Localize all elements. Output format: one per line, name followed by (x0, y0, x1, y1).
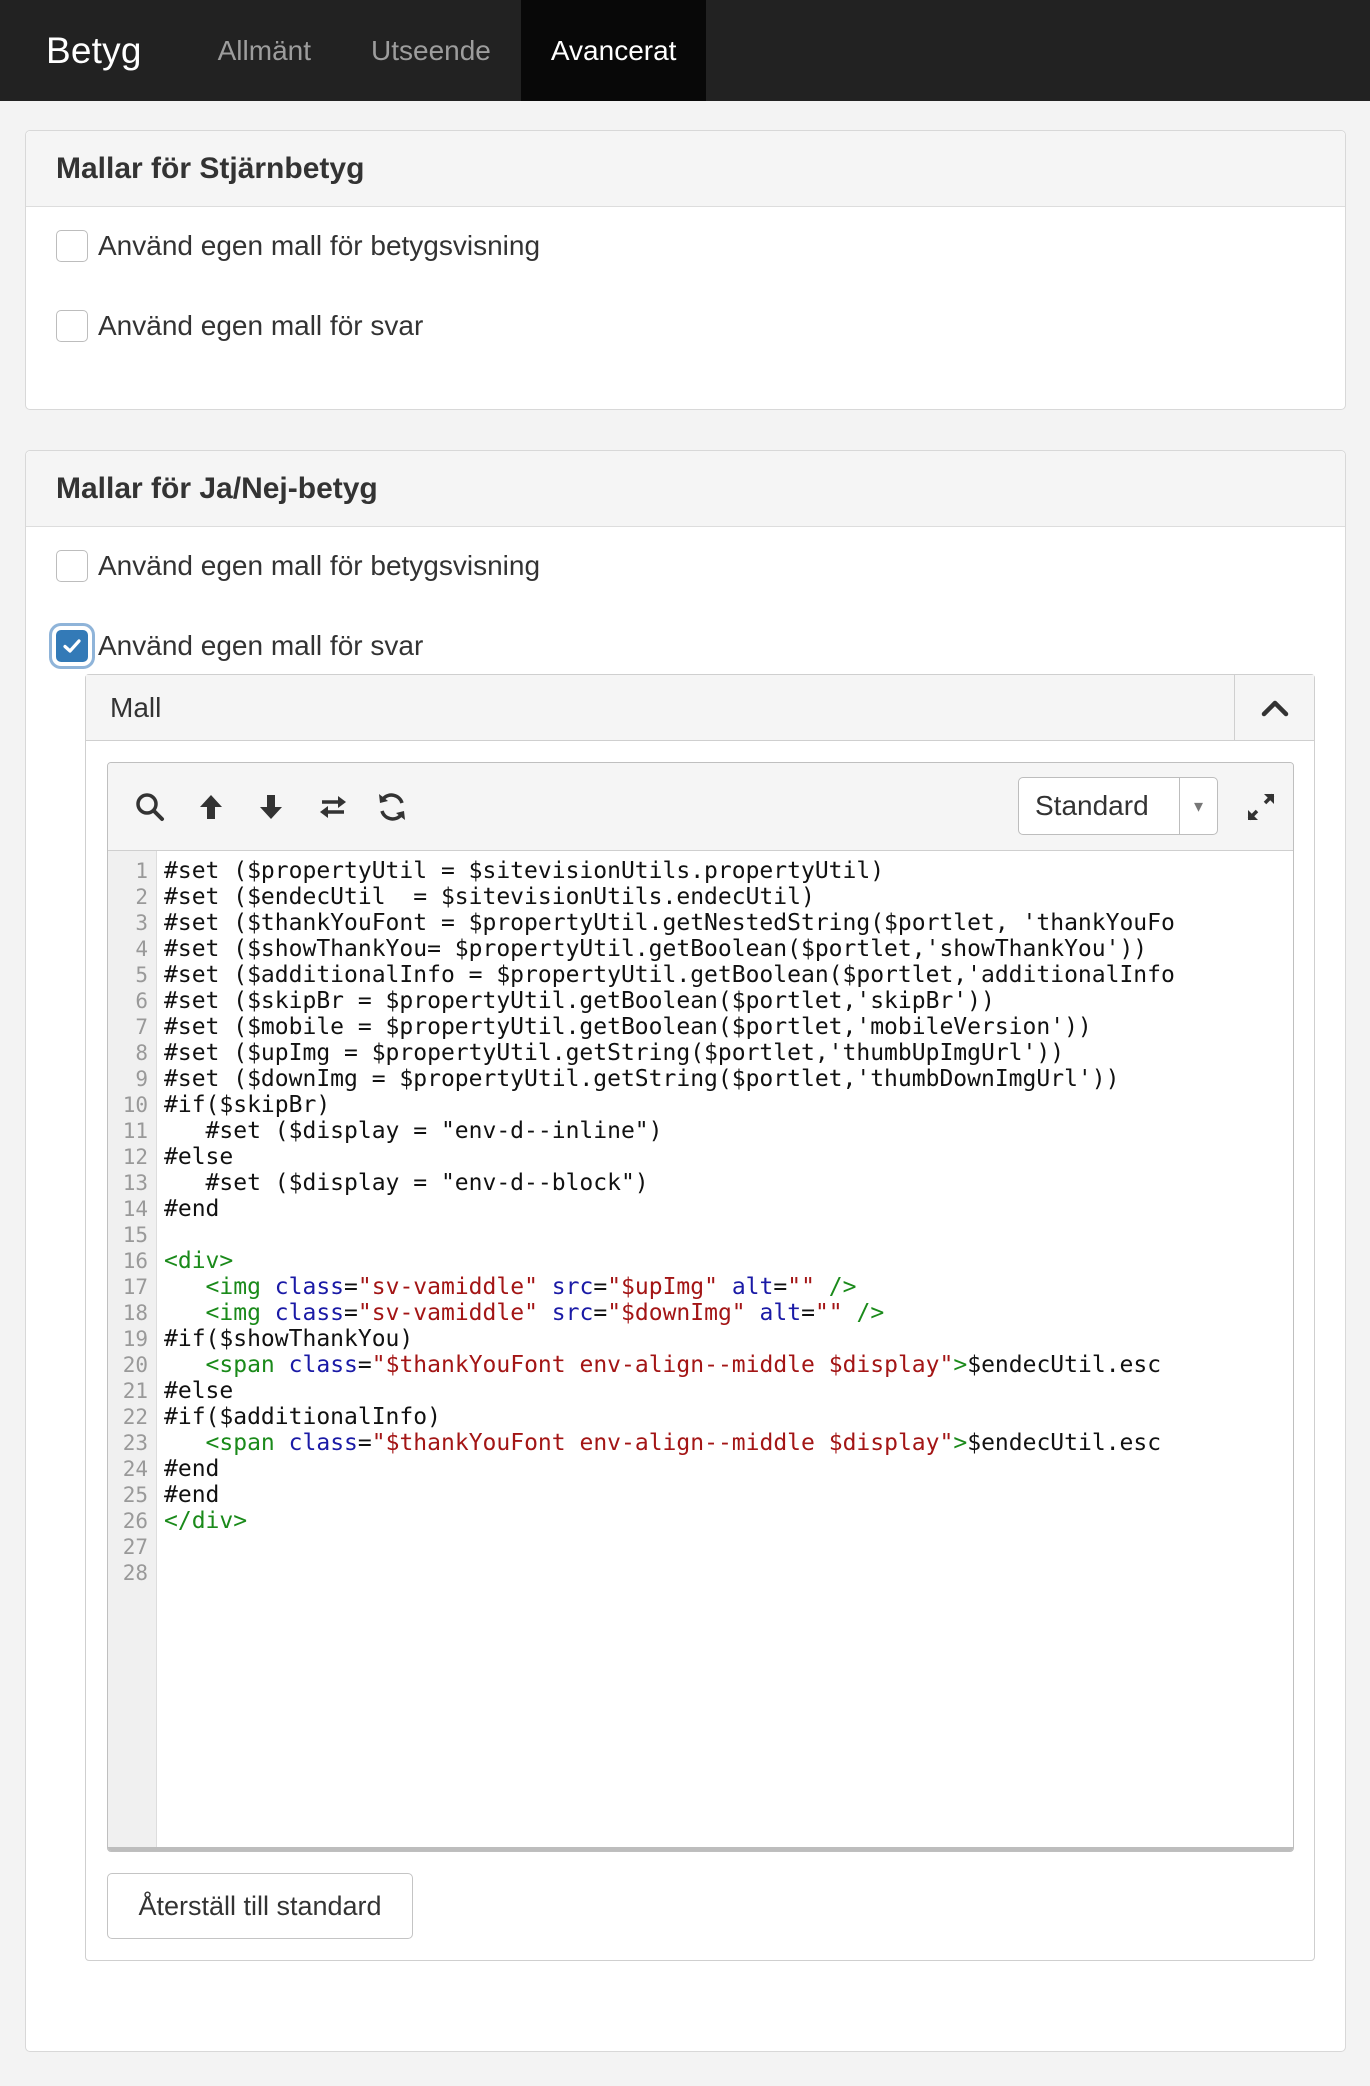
code-line: </div> (164, 1508, 248, 1534)
line-number: 27 (122, 1535, 148, 1559)
line-number: 15 (122, 1223, 148, 1247)
tab-utseende[interactable]: Utseende (341, 0, 521, 101)
line-number: 14 (122, 1197, 148, 1221)
mode-select-value: Standard (1035, 790, 1149, 821)
line-number: 2 (135, 885, 148, 909)
code-line: <img class="sv-vamiddle" src="$downImg" … (205, 1300, 885, 1326)
line-number: 22 (122, 1405, 148, 1429)
search-icon[interactable] (132, 789, 168, 825)
code-line: #else (164, 1144, 234, 1170)
line-number: 8 (135, 1041, 148, 1065)
code-line: <span class="$thankYouFont env-align--mi… (205, 1352, 1162, 1378)
code-line: #set ($skipBr = $propertyUtil.getBoolean… (164, 988, 995, 1014)
line-number: 24 (122, 1457, 148, 1481)
mode-select[interactable]: Standard ▾ (1018, 777, 1218, 835)
top-navbar: Betyg Allmänt Utseende Avancerat (0, 0, 1370, 101)
refresh-icon[interactable] (374, 789, 410, 825)
line-number: 11 (122, 1119, 148, 1143)
code-line: #if($showThankYou) (164, 1326, 414, 1352)
tab-allmant[interactable]: Allmänt (188, 0, 341, 101)
collapse-button[interactable] (1234, 675, 1314, 740)
swap-icon[interactable] (315, 789, 351, 825)
editor-toolbar: Standard ▾ (108, 763, 1293, 851)
code-line: #set ($downImg = $propertyUtil.getString… (164, 1066, 1120, 1092)
checkbox[interactable] (56, 310, 88, 342)
line-number: 3 (135, 911, 148, 935)
line-number: 19 (122, 1327, 148, 1351)
code-line: #end (164, 1196, 220, 1222)
code-line: #if($skipBr) (164, 1092, 331, 1118)
code-line: #if($additionalInfo) (164, 1404, 441, 1430)
code-line: #set ($additionalInfo = $propertyUtil.ge… (164, 962, 1175, 988)
line-number: 13 (122, 1171, 148, 1195)
reset-to-default-button[interactable]: Återställ till standard (107, 1873, 413, 1939)
line-number-gutter: 1 2 3 4 5 6 7 8 9 10 11 12 13 14 15 16 17 18 19 20 21 22 23 24 2… (108, 851, 157, 1847)
option-label: Använd egen mall för svar (98, 310, 424, 341)
code-editor[interactable]: Standard ▾ 1 2 3 4 5 6 7 8 9 10 11 12 13 14 15 16 17 18 19… (107, 762, 1294, 1852)
line-number: 16 (122, 1249, 148, 1273)
line-number: 9 (135, 1067, 148, 1091)
line-number: 21 (122, 1379, 148, 1403)
yesno-answer-template-option[interactable]: Använd egen mall för svar (56, 630, 423, 662)
code-line: <span class="$thankYouFont env-align--mi… (205, 1430, 1162, 1456)
line-number: 4 (135, 937, 148, 961)
code-line: #set ($mobile = $propertyUtil.getBoolean… (164, 1014, 1092, 1040)
checkbox-checked[interactable] (56, 630, 88, 662)
yesno-display-template-option[interactable]: Använd egen mall för betygsvisning (56, 550, 540, 582)
arrow-up-icon[interactable] (193, 789, 229, 825)
line-number: 25 (122, 1483, 148, 1507)
option-label: Använd egen mall för betygsvisning (98, 230, 541, 261)
line-number: 10 (122, 1093, 148, 1117)
template-subpanel: Mall Standard ▾ 1 2 3 4 5 6 7 8 9 10 11 … (85, 674, 1315, 1961)
checkbox[interactable] (56, 550, 88, 582)
code-line: #set ($display = "env-d--block") (164, 1170, 649, 1196)
code-line: <img class="sv-vamiddle" src="$upImg" al… (205, 1274, 857, 1300)
checkbox[interactable] (56, 230, 88, 262)
star-templates-panel: Mallar för Stjärnbetyg Använd egen mall … (25, 130, 1346, 410)
star-display-template-option[interactable]: Använd egen mall för betygsvisning (56, 230, 540, 262)
template-title: Mall (110, 691, 162, 723)
line-number: 17 (122, 1275, 148, 1299)
line-number: 5 (135, 963, 148, 987)
line-number: 6 (135, 989, 148, 1013)
code-line: #set ($showThankYou= $propertyUtil.getBo… (164, 936, 1148, 962)
code-line: #end (164, 1456, 220, 1482)
line-number: 12 (122, 1145, 148, 1169)
code-line: #end (164, 1482, 220, 1508)
code-line: #set ($propertyUtil = $sitevisionUtils.p… (164, 858, 885, 884)
code-line: #set ($display = "env-d--inline") (164, 1118, 663, 1144)
check-icon (63, 639, 81, 653)
line-number: 20 (122, 1353, 148, 1377)
code-line: #else (164, 1378, 234, 1404)
template-subpanel-header: Mall (86, 675, 1314, 741)
code-line: #set ($endecUtil = $sitevisionUtils.ende… (164, 884, 815, 910)
line-number: 26 (122, 1509, 148, 1533)
line-number: 18 (122, 1301, 148, 1325)
code-line: #set ($upImg = $propertyUtil.getString($… (164, 1040, 1065, 1066)
line-number: 1 (135, 859, 148, 883)
line-number: 23 (122, 1431, 148, 1455)
caret-down-icon[interactable]: ▾ (1179, 778, 1217, 834)
code-area[interactable]: 1 2 3 4 5 6 7 8 9 10 11 12 13 14 15 16 17 18 19 20 21 22 23 24 2… (108, 851, 1293, 1851)
panel-title: Mallar för Ja/Nej-betyg (26, 451, 1345, 527)
code-line: <div> (164, 1248, 234, 1274)
line-number: 7 (135, 1015, 148, 1039)
arrow-down-icon[interactable] (253, 789, 289, 825)
expand-icon[interactable] (1243, 789, 1279, 825)
brand-title: Betyg (46, 29, 142, 71)
line-number: 28 (122, 1561, 148, 1585)
option-label: Använd egen mall för betygsvisning (98, 550, 541, 581)
code-line: #set ($thankYouFont = $propertyUtil.getN… (164, 910, 1175, 936)
star-answer-template-option[interactable]: Använd egen mall för svar (56, 310, 423, 342)
yesno-templates-panel: Mallar för Ja/Nej-betyg Använd egen mall… (25, 450, 1346, 2052)
panel-title: Mallar för Stjärnbetyg (26, 131, 1345, 207)
option-label: Använd egen mall för svar (98, 630, 424, 661)
tab-avancerat[interactable]: Avancerat (520, 0, 707, 101)
code-content[interactable]: #set ($propertyUtil = $sitevisionUtils.p… (157, 851, 1293, 1847)
chevron-up-icon (1261, 700, 1288, 716)
